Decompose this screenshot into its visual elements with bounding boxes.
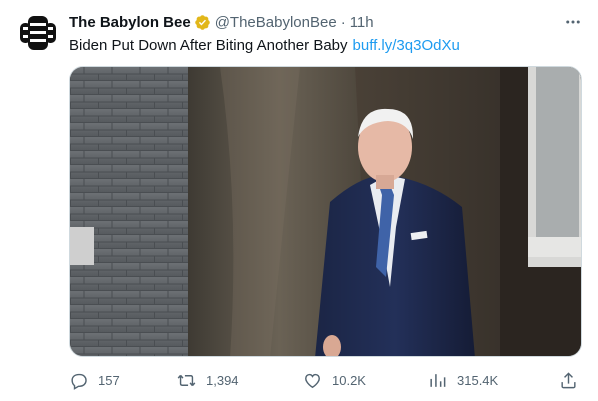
author-avatar[interactable] bbox=[18, 13, 58, 53]
photo-image bbox=[70, 67, 581, 356]
author-name[interactable]: The Babylon Bee bbox=[69, 14, 191, 31]
like-count: 10.2K bbox=[332, 372, 366, 388]
author-handle[interactable]: @TheBabylonBee bbox=[215, 14, 337, 31]
views-button[interactable]: 315.4K bbox=[428, 368, 498, 392]
reply-count: 157 bbox=[98, 372, 120, 388]
more-options-icon bbox=[566, 20, 580, 24]
share-icon bbox=[561, 371, 576, 388]
tweet-text: Biden Put Down After Biting Another Baby… bbox=[69, 36, 460, 56]
separator-dot: · bbox=[340, 13, 346, 31]
retweet-count: 1,394 bbox=[206, 372, 239, 388]
view-count: 315.4K bbox=[457, 372, 499, 388]
retweet-button[interactable]: 1,394 bbox=[177, 368, 239, 392]
like-button[interactable]: 10.2K bbox=[303, 368, 366, 392]
tweet-body: Biden Put Down After Biting Another Baby bbox=[69, 37, 348, 54]
tweet-timestamp[interactable]: 11h bbox=[350, 14, 374, 31]
reply-button[interactable]: 157 bbox=[69, 368, 120, 392]
tweet-link[interactable]: buff.ly/3q3OdXu bbox=[353, 37, 460, 54]
tweet-actions: 157 1,394 10.2K 315.4K bbox=[69, 368, 589, 392]
more-options-button[interactable] bbox=[558, 12, 588, 32]
share-button[interactable] bbox=[559, 368, 578, 392]
tweet-header: The Babylon Bee @TheBabylonBee · 11h bbox=[69, 13, 374, 31]
heart-icon bbox=[305, 373, 320, 388]
tweet-photo[interactable] bbox=[69, 66, 582, 357]
verified-badge-icon[interactable] bbox=[194, 14, 211, 31]
babylon-bee-logo-icon bbox=[20, 16, 56, 50]
tweet[interactable]: The Babylon Bee @TheBabylonBee · 11h Bid… bbox=[0, 0, 598, 401]
retweet-icon bbox=[177, 374, 196, 386]
reply-icon bbox=[71, 373, 87, 390]
views-chart-icon bbox=[430, 373, 446, 387]
